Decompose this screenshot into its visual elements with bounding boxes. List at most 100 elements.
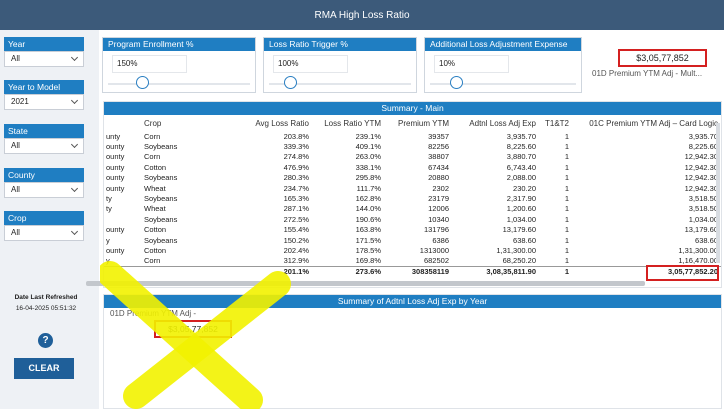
filter-year-value: All <box>11 54 20 63</box>
table-cell: 12006 <box>428 204 449 214</box>
table-cell: 409.1% <box>355 142 381 152</box>
table-cell: 165.3% <box>283 194 309 204</box>
table-cell: 82256 <box>428 142 449 152</box>
adtnl-loss-title: Summary of Adtnl Loss Adj Exp by Year <box>104 295 721 308</box>
table-cell: ounty <box>106 142 125 152</box>
filter-crop-label: Crop <box>4 211 84 225</box>
table-cell: 67434 <box>428 162 449 172</box>
table-row[interactable]: ounty Cotton 202.4% 178.5% 1313000 1,31,300.0… <box>104 245 721 255</box>
table-cell: y <box>106 235 110 245</box>
table-cell: 1 <box>564 173 569 183</box>
param-program-enrollment: Program Enrollment % 150% <box>102 37 256 93</box>
table-cell: 3,518.50 <box>688 204 718 214</box>
adtnl-premium-value: $3,05,77,852 <box>154 320 232 338</box>
param-loss-ratio-trigger-input[interactable]: 100% <box>273 55 348 73</box>
param-program-enrollment-title: Program Enrollment % <box>103 38 255 51</box>
table-cell: 20880 <box>428 173 449 183</box>
table-cell: Corn <box>144 131 161 141</box>
param-program-enrollment-track[interactable] <box>108 83 250 85</box>
table-cell <box>104 214 142 224</box>
filter-county-label: County <box>4 168 84 182</box>
summary-vertical-scrollbar[interactable] <box>716 123 720 263</box>
table-cell: 239.1% <box>355 131 381 141</box>
table-row[interactable]: ounty Soybeans 339.3% 409.1% 82256 8,225.60 1 8… <box>104 141 721 151</box>
app-title-bar: RMA High Loss Ratio <box>0 0 724 30</box>
table-cell: 312.9% <box>283 256 309 266</box>
table-row[interactable]: y Soybeans 150.2% 171.5% 6386 638.60 1 638.60 <box>104 235 721 245</box>
table-cell: 287.1% <box>283 204 309 214</box>
table-cell: Cotton <box>144 245 167 255</box>
filter-crop-select[interactable]: All <box>4 225 84 241</box>
table-row[interactable]: ty Wheat 287.1% 144.0% 12006 1,200.60 1 3,518.5… <box>104 204 721 214</box>
summary-column-header[interactable]: Premium YTM <box>384 116 452 131</box>
adtnl-premium-label: 01D Premium YTM Adj - <box>110 309 197 318</box>
param-additional-loss-adj-knob[interactable] <box>449 76 463 89</box>
chevron-down-icon <box>70 140 79 149</box>
table-cell: Soybeans <box>144 142 178 152</box>
summary-column-header[interactable]: Crop <box>142 116 222 131</box>
table-row[interactable]: ounty Corn 274.8% 263.0% 38807 3,880.70 1 12,94… <box>104 152 721 162</box>
table-cell: 13,179.60 <box>684 225 718 235</box>
last-refreshed: Date Last Refreshed 16-04-2025 05:51:32 <box>4 292 88 314</box>
table-cell: Soybeans <box>144 235 178 245</box>
param-loss-ratio-trigger-knob[interactable] <box>284 76 298 89</box>
table-cell: 12,942.30 <box>684 152 718 162</box>
summary-column-header[interactable]: Loss Ratio YTM <box>312 116 384 131</box>
table-cell: 39357 <box>428 131 449 141</box>
param-loss-ratio-trigger-title: Loss Ratio Trigger % <box>264 38 416 51</box>
table-cell: 230.20 <box>513 183 536 193</box>
param-program-enrollment-knob[interactable] <box>136 76 150 89</box>
table-cell: Soybeans <box>144 194 178 204</box>
table-cell: 23179 <box>428 194 449 204</box>
filter-year-to-model-select[interactable]: 2021 <box>4 94 84 110</box>
table-cell: 1,034.00 <box>688 214 718 224</box>
table-cell: 203.8% <box>283 131 309 141</box>
table-row[interactable]: ty Soybeans 165.3% 162.8% 23179 2,317.90 1 3,51… <box>104 193 721 203</box>
table-row[interactable]: ounty Wheat 234.7% 111.7% 2302 230.20 1 12,942.… <box>104 183 721 193</box>
table-cell: 2,317.90 <box>506 194 536 204</box>
table-cell: 1 <box>564 183 569 193</box>
table-cell: 682502 <box>423 256 449 266</box>
summary-column-header[interactable]: 01C Premium YTM Adj – Card Logic <box>572 116 721 131</box>
summary-column-header[interactable] <box>104 116 142 131</box>
filter-state-select[interactable]: All <box>4 138 84 154</box>
clear-button[interactable]: CLEAR <box>14 358 74 379</box>
summary-column-header[interactable]: Adtnl Loss Adj Exp <box>452 116 539 131</box>
table-row[interactable]: ounty Cotton 476.9% 338.1% 67434 6,743.40 1 12,… <box>104 162 721 172</box>
table-cell: 2,088.00 <box>506 173 536 183</box>
table-row[interactable]: ounty Soybeans 280.3% 295.8% 20880 2,088.00 1 1… <box>104 173 721 183</box>
table-row[interactable]: y Corn 312.9% 169.8% 682502 68,250.20 1 1,16,47… <box>104 256 721 266</box>
table-row[interactable]: unty Corn 203.8% 239.1% 39357 3,935.70 1 3,935.… <box>104 131 721 141</box>
filter-county-select[interactable]: All <box>4 182 84 198</box>
help-icon[interactable]: ? <box>38 333 53 348</box>
total-row: 201.1% 273.6% 308358119 3,08,35,811.90 1 3,05… <box>104 265 721 277</box>
table-row[interactable]: Soybeans 272.5% 190.6% 10340 1,034.00 1 1,034.… <box>104 214 721 224</box>
total-cell: 201.1% <box>222 265 312 277</box>
table-cell: ounty <box>106 173 125 183</box>
table-cell: 1 <box>564 194 569 204</box>
table-cell: 1 <box>564 245 569 255</box>
param-additional-loss-adj-input[interactable]: 10% <box>434 55 509 73</box>
param-loss-ratio-trigger: Loss Ratio Trigger % 100% <box>263 37 417 93</box>
table-cell: 274.8% <box>283 152 309 162</box>
last-refreshed-value: 16-04-2025 05:51:32 <box>15 305 77 312</box>
table-cell: 1 <box>564 152 569 162</box>
table-cell: y <box>106 256 110 266</box>
table-cell: 1,200.60 <box>506 204 536 214</box>
table-row[interactable]: ounty Cotton 155.4% 163.8% 131796 13,179.60 1 1… <box>104 225 721 235</box>
table-cell: 169.8% <box>355 256 381 266</box>
total-cell: 1 <box>539 265 572 277</box>
param-program-enrollment-input[interactable]: 150% <box>112 55 187 73</box>
filter-year-select[interactable]: All <box>4 51 84 67</box>
table-cell: 6386 <box>432 235 449 245</box>
summary-table: Crop Avg Loss Ratio Loss Ratio YTM Premium … <box>104 116 721 277</box>
filter-year: Year All <box>4 37 84 67</box>
summary-column-header[interactable]: T1&T2 <box>539 116 572 131</box>
summary-column-header[interactable]: Avg Loss Ratio <box>222 116 312 131</box>
kpi-premium-value: $3,05,77,852 <box>618 49 707 67</box>
table-cell: 6,743.40 <box>506 162 536 172</box>
filter-county-value: All <box>11 185 20 194</box>
table-cell: 1313000 <box>419 245 449 255</box>
table-cell: 12,942.30 <box>684 173 718 183</box>
summary-horizontal-scrollbar[interactable] <box>86 281 645 286</box>
